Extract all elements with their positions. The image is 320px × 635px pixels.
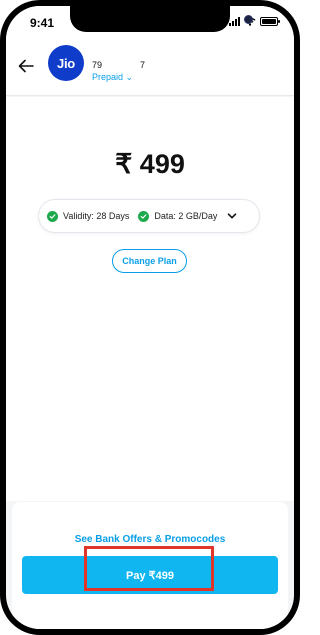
- status-icons: [229, 17, 280, 26]
- screen: 9:41 Jio 79 7 Prepaid ⌄ ₹ 499 Validity: …: [6, 6, 294, 629]
- chevron-down-icon[interactable]: [227, 212, 237, 220]
- check-circle-icon: [138, 210, 150, 222]
- bank-offers-link[interactable]: See Bank Offers & Promocodes: [12, 534, 288, 545]
- jio-logo: Jio: [48, 45, 84, 81]
- battery-icon: [260, 17, 280, 26]
- signal-icon: [229, 17, 240, 26]
- phone-frame: 9:41 Jio 79 7 Prepaid ⌄ ₹ 499 Validity: …: [0, 0, 300, 635]
- header: Jio 79 7 Prepaid ⌄: [6, 38, 294, 96]
- mobile-number-end: 7: [140, 60, 146, 70]
- plan-price: ₹ 499: [115, 149, 185, 179]
- back-arrow-icon[interactable]: [16, 56, 36, 76]
- status-time: 9:41: [30, 16, 55, 30]
- payment-panel: See Bank Offers & Promocodes Pay ₹499: [12, 502, 288, 629]
- change-plan-button[interactable]: Change Plan: [112, 249, 187, 273]
- camera: [244, 15, 253, 24]
- data-text: Data: 2 GB/Day: [154, 211, 218, 221]
- notch: [70, 6, 253, 32]
- mobile-number-start: 79: [92, 60, 103, 70]
- pay-button[interactable]: Pay ₹499: [22, 556, 278, 594]
- plan-type-selector[interactable]: Prepaid ⌄: [92, 72, 133, 83]
- plan-summary: ₹ 499 Validity: 28 Days Data: 2 GB/Day C…: [6, 97, 294, 501]
- plan-benefits: Validity: 28 Days Data: 2 GB/Day: [38, 199, 260, 233]
- validity-text: Validity: 28 Days: [63, 211, 130, 221]
- check-circle-icon: [47, 210, 58, 222]
